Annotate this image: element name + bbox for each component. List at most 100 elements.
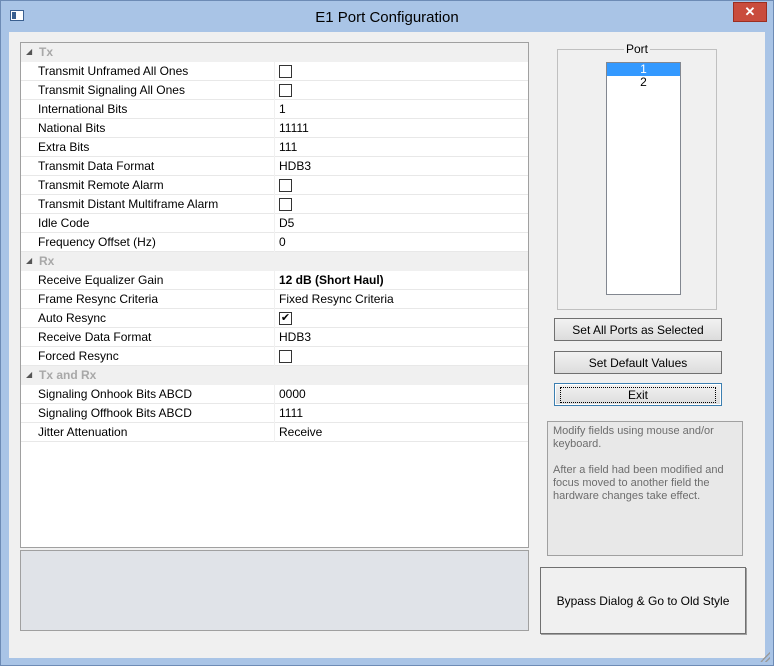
column-divider: [274, 81, 275, 100]
property-value[interactable]: Fixed Resync Criteria: [279, 292, 394, 306]
collapse-arrow-icon[interactable]: ◢: [26, 370, 32, 379]
property-checkbox[interactable]: [279, 84, 292, 97]
property-value[interactable]: HDB3: [279, 330, 311, 344]
column-divider: [274, 176, 275, 195]
column-divider: [274, 138, 275, 157]
exit-button-label: Exit: [559, 386, 716, 403]
column-divider: [274, 233, 275, 252]
set-all-ports-button[interactable]: Set All Ports as Selected: [554, 318, 722, 341]
property-checkbox[interactable]: [279, 65, 292, 78]
grid-category-label: Rx: [39, 254, 55, 268]
column-divider: [274, 214, 275, 233]
grid-category-row[interactable]: ◢ Tx: [21, 43, 528, 62]
property-name: Idle Code: [38, 216, 90, 230]
property-value[interactable]: D5: [279, 216, 294, 230]
set-default-values-button-label: Set Default Values: [588, 355, 688, 370]
set-default-values-button[interactable]: Set Default Values: [554, 351, 722, 374]
property-name: Receive Equalizer Gain: [38, 273, 164, 287]
property-name: Signaling Offhook Bits ABCD: [38, 406, 192, 420]
property-name: Signaling Onhook Bits ABCD: [38, 387, 193, 401]
grid-property-row[interactable]: Transmit Data Format HDB3: [21, 157, 528, 176]
property-value[interactable]: 111: [279, 140, 297, 154]
property-checkbox[interactable]: [279, 198, 292, 211]
port-list[interactable]: 12: [606, 62, 681, 295]
property-value[interactable]: 1111: [279, 406, 303, 420]
grid-property-row[interactable]: Transmit Signaling All Ones: [21, 81, 528, 100]
grid-property-row[interactable]: Receive Data Format HDB3: [21, 328, 528, 347]
property-name: Auto Resync: [38, 311, 107, 325]
bypass-dialog-button[interactable]: Bypass Dialog & Go to Old Style: [540, 567, 746, 634]
property-name: Frame Resync Criteria: [38, 292, 159, 306]
property-value[interactable]: 0: [279, 235, 286, 249]
property-name: Forced Resync: [38, 349, 119, 363]
column-divider: [274, 385, 275, 404]
grid-property-row[interactable]: National Bits 11111: [21, 119, 528, 138]
dialog-client-area: ◢ Tx Transmit Unframed All Ones Transmit Si…: [9, 32, 765, 658]
property-name: Transmit Unframed All Ones: [38, 64, 189, 78]
property-grid[interactable]: ◢ Tx Transmit Unframed All Ones Transmit Si…: [20, 42, 529, 548]
property-value[interactable]: 1: [279, 102, 286, 116]
grid-property-row[interactable]: Idle Code D5: [21, 214, 528, 233]
property-name: Jitter Attenuation: [38, 425, 128, 439]
column-divider: [274, 309, 275, 328]
property-value[interactable]: 11111: [279, 121, 309, 135]
property-name: International Bits: [38, 102, 128, 116]
grid-category-label: Tx and Rx: [39, 368, 97, 382]
help-text-line-1: Modify fields using mouse and/or keyboar…: [553, 425, 714, 450]
property-name: Transmit Data Format: [38, 159, 155, 173]
close-button[interactable]: ✕: [733, 2, 767, 22]
property-value[interactable]: HDB3: [279, 159, 311, 173]
grid-category-row[interactable]: ◢ Tx and Rx: [21, 366, 528, 385]
title-bar[interactable]: E1 Port Configuration ✕: [1, 1, 773, 31]
grid-property-row[interactable]: Receive Equalizer Gain 12 dB (Short Haul): [21, 271, 528, 290]
property-name: Receive Data Format: [38, 330, 152, 344]
property-name: Frequency Offset (Hz): [38, 235, 156, 249]
column-divider: [274, 157, 275, 176]
property-checkbox[interactable]: [279, 350, 292, 363]
grid-property-row[interactable]: Jitter Attenuation Receive: [21, 423, 528, 442]
grid-category-row[interactable]: ◢ Rx: [21, 252, 528, 271]
property-checkbox[interactable]: [279, 179, 292, 192]
e1-port-configuration-window: E1 Port Configuration ✕ ◢ Tx Transmit Unfr…: [0, 0, 774, 666]
grid-property-row[interactable]: Auto Resync ✔: [21, 309, 528, 328]
grid-property-row[interactable]: Signaling Offhook Bits ABCD 1111: [21, 404, 528, 423]
column-divider: [274, 290, 275, 309]
property-checkbox[interactable]: ✔: [279, 312, 292, 325]
property-name: Transmit Remote Alarm: [38, 178, 164, 192]
grid-property-row[interactable]: Signaling Onhook Bits ABCD 0000: [21, 385, 528, 404]
port-group: Port 12: [557, 42, 717, 310]
grid-property-row[interactable]: Forced Resync: [21, 347, 528, 366]
property-name: Transmit Signaling All Ones: [38, 83, 185, 97]
help-text-line-2: After a field had been modified and focu…: [553, 464, 724, 502]
bypass-dialog-button-label: Bypass Dialog & Go to Old Style: [556, 593, 730, 608]
app-window-icon[interactable]: [10, 10, 24, 21]
property-description-panel: [20, 550, 529, 631]
exit-button[interactable]: Exit: [554, 383, 722, 406]
column-divider: [274, 328, 275, 347]
property-value[interactable]: Receive: [279, 425, 322, 439]
grid-property-row[interactable]: Extra Bits 111: [21, 138, 528, 157]
grid-property-row[interactable]: Transmit Distant Multiframe Alarm: [21, 195, 528, 214]
column-divider: [274, 195, 275, 214]
property-value[interactable]: 0000: [279, 387, 306, 401]
grid-property-row[interactable]: Transmit Unframed All Ones: [21, 62, 528, 81]
grid-category-label: Tx: [39, 45, 54, 59]
column-divider: [274, 423, 275, 442]
grid-property-row[interactable]: Frequency Offset (Hz) 0: [21, 233, 528, 252]
collapse-arrow-icon[interactable]: ◢: [26, 256, 32, 265]
column-divider: [274, 100, 275, 119]
property-name: National Bits: [38, 121, 106, 135]
port-list-item[interactable]: 2: [607, 76, 680, 89]
column-divider: [274, 347, 275, 366]
column-divider: [274, 119, 275, 138]
grid-property-row[interactable]: Transmit Remote Alarm: [21, 176, 528, 195]
resize-grip[interactable]: [760, 652, 770, 662]
grid-property-row[interactable]: International Bits 1: [21, 100, 528, 119]
column-divider: [274, 62, 275, 81]
column-divider: [274, 404, 275, 423]
collapse-arrow-icon[interactable]: ◢: [26, 47, 32, 56]
grid-property-row[interactable]: Frame Resync Criteria Fixed Resync Criter…: [21, 290, 528, 309]
property-value[interactable]: 12 dB (Short Haul): [279, 273, 384, 287]
property-name: Extra Bits: [38, 140, 90, 154]
help-text-box: Modify fields using mouse and/or keyboar…: [547, 421, 743, 556]
